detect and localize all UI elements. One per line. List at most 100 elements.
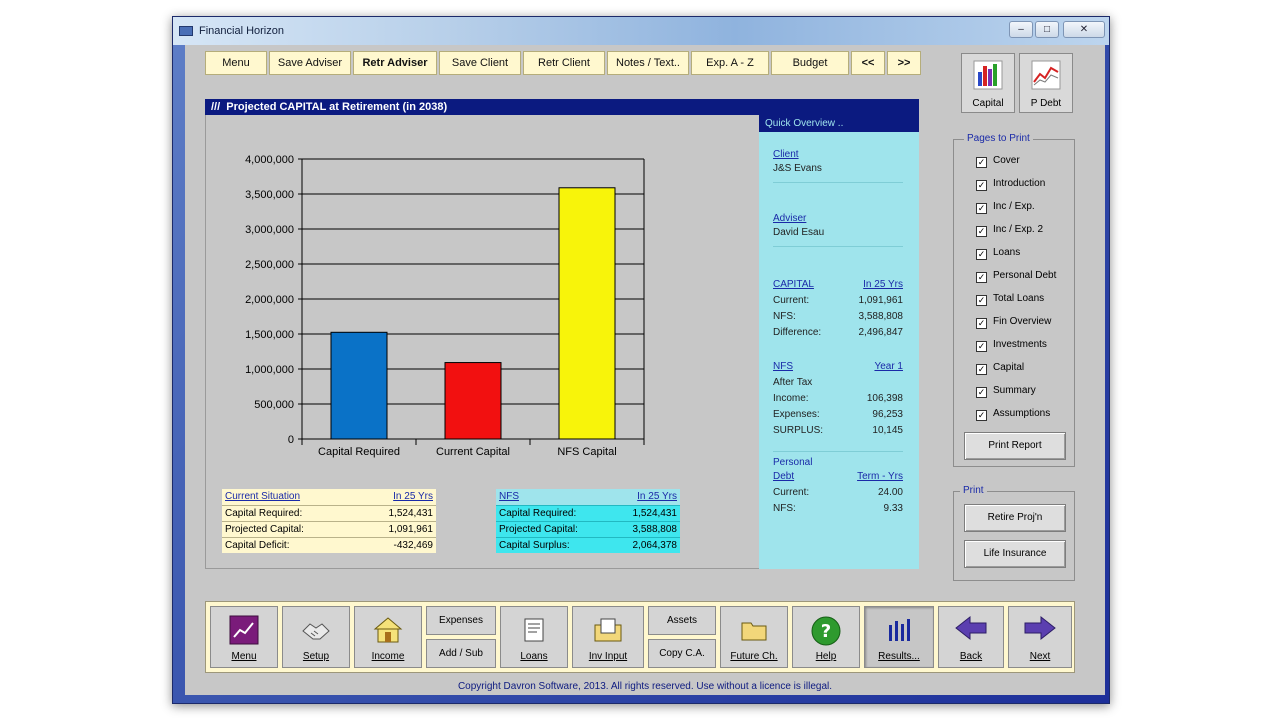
- adviser-name: David Esau: [773, 227, 825, 238]
- add-sub-button[interactable]: Add / Sub: [426, 639, 496, 668]
- trend-chart-icon: [229, 615, 259, 645]
- checkbox-capital[interactable]: ✓ Capital: [976, 361, 1024, 375]
- chart-area: 4,000,000 3,500,000 3,000,000 2,500,000 2,00…: [205, 115, 759, 569]
- notes-text-button[interactable]: Notes / Text..: [607, 51, 689, 75]
- copy-ca-button[interactable]: Copy C.A.: [648, 639, 716, 668]
- expenses-button[interactable]: Expenses: [426, 606, 496, 635]
- debt-label: Debt: [773, 471, 795, 482]
- loans-button[interactable]: Loans: [500, 606, 568, 668]
- nfs-row-value: 1,524,431: [632, 508, 678, 519]
- capital-label: Capital: [972, 98, 1004, 109]
- row-value: 106,398: [866, 393, 903, 404]
- results-button[interactable]: Results...: [864, 606, 934, 668]
- handshake-icon: [302, 623, 330, 640]
- back-button[interactable]: Back: [938, 606, 1004, 668]
- row-value: 10,145: [872, 425, 903, 436]
- row-value: 96,253: [872, 409, 903, 420]
- retire-projn-button[interactable]: Retire Proj'n: [964, 504, 1066, 532]
- pdebt-label: P Debt: [1030, 98, 1062, 109]
- save-client-button[interactable]: Save Client: [439, 51, 521, 75]
- bar: [558, 187, 616, 440]
- setup-button[interactable]: Setup: [282, 606, 350, 668]
- checkbox-total-loans[interactable]: ✓ Total Loans: [976, 292, 1044, 306]
- cs-row-label: Capital Required:: [225, 508, 303, 519]
- checkmark-icon: ✓: [976, 364, 987, 375]
- divider: [773, 451, 903, 452]
- row-label: Income:: [773, 393, 809, 404]
- next-button[interactable]: Next: [1008, 606, 1072, 668]
- capital-chart-button[interactable]: Capital: [961, 53, 1015, 113]
- bar: [330, 331, 388, 440]
- row-label: NFS:: [773, 311, 796, 322]
- cs-row-label: Projected Capital:: [225, 524, 304, 535]
- help-button[interactable]: ? Help: [792, 606, 860, 668]
- assets-label: Assets: [666, 615, 697, 626]
- bar-chart-icon: [973, 60, 1003, 90]
- window-title: Financial Horizon: [199, 25, 284, 37]
- assets-button[interactable]: Assets: [648, 606, 716, 635]
- list-item: After Tax: [773, 375, 903, 391]
- checkbox-cover[interactable]: ✓ Cover: [976, 154, 1020, 168]
- cs-row-value: 1,524,431: [388, 508, 434, 519]
- quick-personal-debt: Personal Debt Term - Yrs Current: 24.00 NF…: [773, 457, 903, 517]
- cs-row-label: Capital Deficit:: [225, 540, 290, 551]
- checkmark-icon: ✓: [976, 203, 987, 214]
- folder-document-icon: [594, 618, 622, 642]
- life-insurance-button[interactable]: Life Insurance: [964, 540, 1066, 568]
- future-ch-button[interactable]: Future Ch.: [720, 606, 788, 668]
- svg-text:?: ?: [821, 621, 831, 642]
- checkbox-inc-exp-2[interactable]: ✓ Inc / Exp. 2: [976, 223, 1043, 237]
- checkbox-summary[interactable]: ✓ Summary: [976, 384, 1036, 398]
- next-label: Next: [1029, 651, 1051, 662]
- checkmark-icon: ✓: [976, 180, 987, 191]
- row-label: Difference:: [773, 327, 822, 338]
- checkbox-inc-exp[interactable]: ✓ Inc / Exp.: [976, 200, 1035, 214]
- checkbox-personal-debt[interactable]: ✓ Personal Debt: [976, 269, 1056, 283]
- client-label: Client: [773, 149, 799, 160]
- next-page-button[interactable]: >>: [887, 51, 921, 75]
- checkbox-label: Introduction: [993, 178, 1046, 189]
- table-row: Capital Required: 1,524,431: [496, 505, 680, 521]
- close-button[interactable]: ✕: [1063, 21, 1105, 38]
- checkbox-label: Fin Overview: [993, 316, 1052, 327]
- income-button[interactable]: Income: [354, 606, 422, 668]
- print-report-button[interactable]: Print Report: [964, 432, 1066, 460]
- retr-client-button[interactable]: Retr Client: [523, 51, 605, 75]
- quick-capital: CAPITAL In 25 Yrs Current: 1,091,961 NFS: 3…: [773, 279, 903, 341]
- nfs-section-label2: Year 1: [874, 361, 903, 372]
- cs-title: Current Situation: [225, 491, 301, 502]
- pages-to-print-group: Pages to Print ✓ Cover ✓ Introduction ✓ Inc…: [953, 133, 1075, 467]
- y-tick-label: 4,000,000: [245, 154, 294, 166]
- checkbox-label: Total Loans: [993, 293, 1045, 304]
- budget-button[interactable]: Budget: [771, 51, 849, 75]
- pdebt-chart-button[interactable]: P Debt: [1019, 53, 1073, 113]
- checkbox-assumptions[interactable]: ✓ Assumptions: [976, 407, 1050, 421]
- cs-row-value: 1,091,961: [388, 524, 434, 535]
- line-chart-icon: [1031, 60, 1061, 90]
- add-sub-label: Add / Sub: [439, 648, 483, 659]
- nfs-title2: In 25 Yrs: [637, 491, 677, 502]
- checkbox-introduction[interactable]: ✓ Introduction: [976, 177, 1045, 191]
- cs-row-value: -432,469: [393, 540, 433, 551]
- loans-label: Loans: [520, 651, 548, 662]
- save-adviser-button[interactable]: Save Adviser: [269, 51, 351, 75]
- chart-heading-text: Projected CAPITAL at Retirement (in 2038…: [226, 101, 448, 113]
- retr-adviser-button[interactable]: Retr Adviser: [353, 51, 437, 75]
- checkbox-loans[interactable]: ✓ Loans: [976, 246, 1020, 260]
- y-tick-label: 500,000: [254, 399, 294, 411]
- menu-button[interactable]: Menu: [205, 51, 267, 75]
- quick-overview-heading: Quick Overview ..: [759, 115, 919, 132]
- maximize-button[interactable]: □: [1035, 21, 1059, 38]
- checkmark-icon: ✓: [976, 295, 987, 306]
- list-item: NFS: 3,588,808: [773, 309, 903, 325]
- personal-label: Personal: [773, 457, 813, 468]
- minimize-button[interactable]: –: [1009, 21, 1033, 38]
- inv-input-button[interactable]: Inv Input: [572, 606, 644, 668]
- prev-page-button[interactable]: <<: [851, 51, 885, 75]
- menu-nav-button[interactable]: Menu: [210, 606, 278, 668]
- checkbox-fin-overview[interactable]: ✓ Fin Overview: [976, 315, 1051, 329]
- row-label: Current:: [773, 487, 810, 498]
- expenses-label: Expenses: [439, 615, 483, 626]
- checkbox-investments[interactable]: ✓ Investments: [976, 338, 1047, 352]
- exp-a-z-button[interactable]: Exp. A - Z: [691, 51, 769, 75]
